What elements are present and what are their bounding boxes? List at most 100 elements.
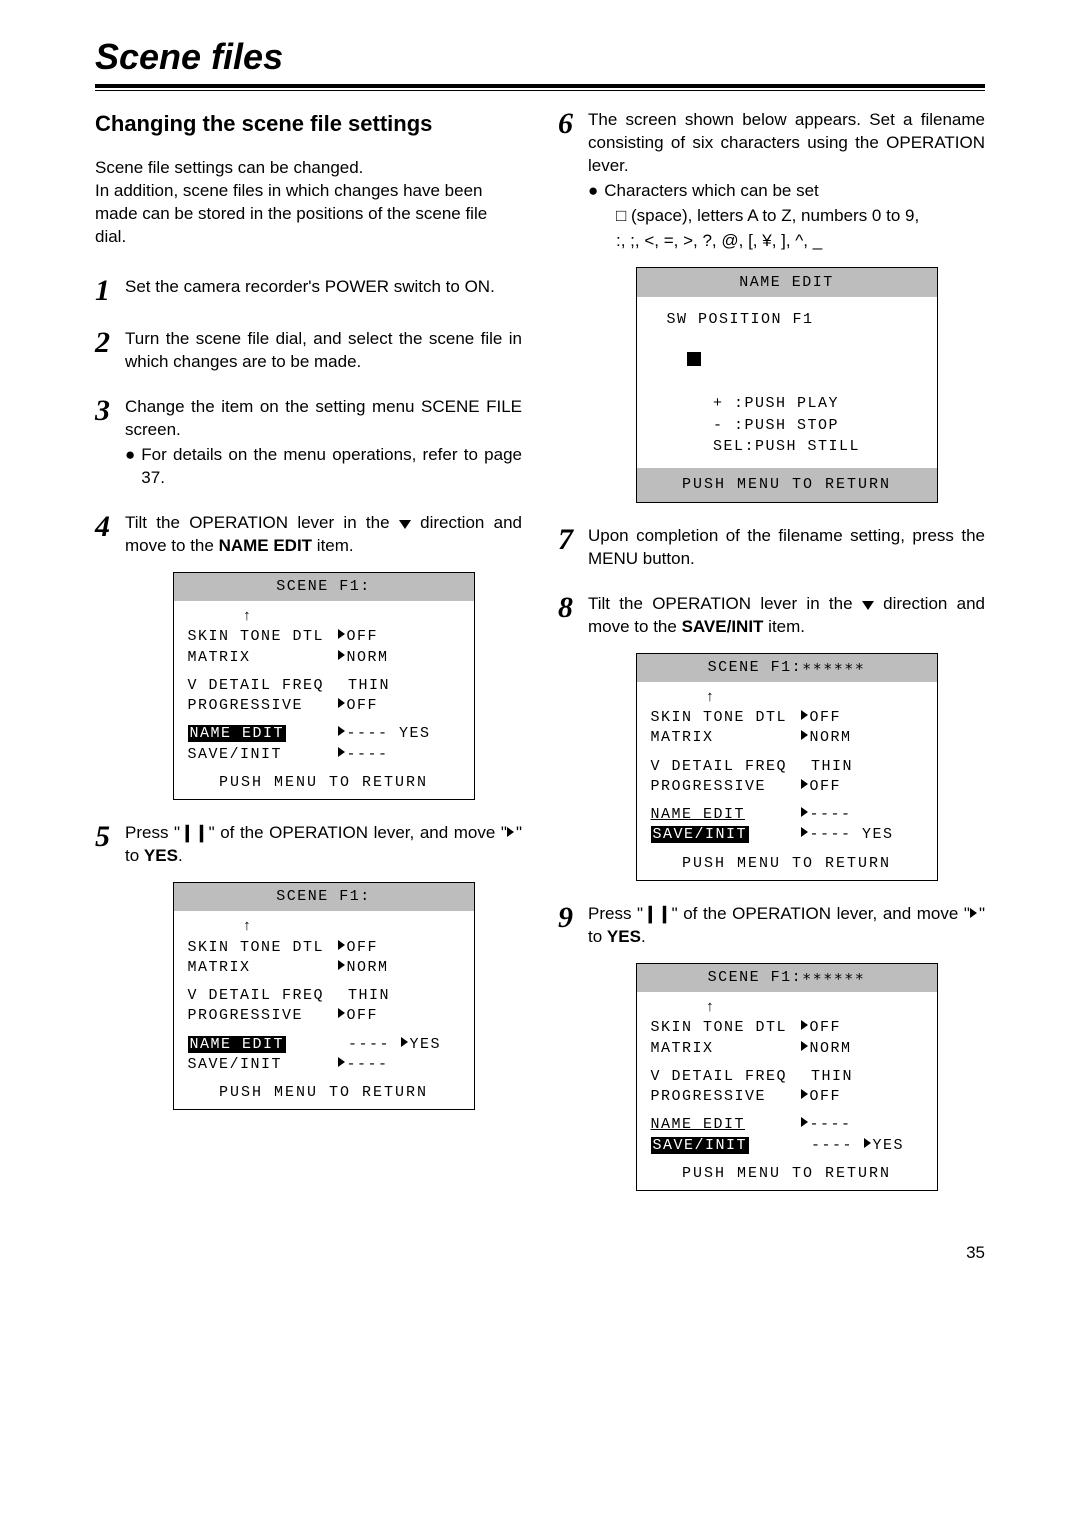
step-2-text: Turn the scene file dial, and select the…: [125, 328, 522, 374]
step-8: 8 Tilt the OPERATION lever in the direct…: [558, 593, 985, 881]
screen-c-header: SCENE F1:∗∗∗∗∗∗: [637, 654, 937, 682]
row-vdetail-label: V DETAIL FREQ: [651, 1067, 801, 1087]
step-1: 1 Set the camera recorder's POWER switch…: [95, 276, 522, 306]
row-skin-label: SKIN TONE DTL: [188, 627, 338, 647]
pointer-icon: [801, 1041, 808, 1051]
pointer-icon: [338, 960, 345, 970]
right-column: 6 The screen shown below appears. Set a …: [558, 109, 985, 1213]
step-7-text: Upon completion of the filename setting,…: [588, 525, 985, 571]
step-8-end: item.: [763, 617, 805, 636]
row-skin-label: SKIN TONE DTL: [651, 1018, 801, 1038]
step-2: 2 Turn the scene file dial, and select t…: [95, 328, 522, 374]
step-8-pre: Tilt the OPERATION lever in the: [588, 594, 862, 613]
down-triangle-icon: [399, 520, 411, 529]
step-3-bullet: ● For details on the menu operations, re…: [125, 444, 522, 490]
pointer-icon: [338, 698, 345, 708]
title-rule-thick: [95, 84, 985, 88]
pointer-icon: [338, 1008, 345, 1018]
pointer-icon: [338, 726, 345, 736]
two-column-layout: Changing the scene file settings Scene f…: [95, 109, 985, 1213]
row-prog-val: OFF: [338, 696, 460, 716]
step-6-text: The screen shown below appears. Set a fi…: [588, 109, 985, 178]
step-4-end: item.: [312, 536, 354, 555]
step-9-bold: YES: [607, 927, 641, 946]
bullet-dot-icon: ●: [125, 444, 135, 490]
pointer-icon: [801, 827, 808, 837]
row-matrix-label: MATRIX: [188, 648, 338, 668]
step-5-end: .: [178, 846, 183, 865]
step-4-bold: NAME EDIT: [219, 536, 313, 555]
charset-line-1: □ (space), letters A to Z, numbers 0 to …: [616, 205, 985, 228]
row-skin-val: OFF: [338, 627, 460, 647]
pointer-icon: [338, 940, 345, 950]
pointer-icon: [801, 779, 808, 789]
push-instructions: + :PUSH PLAY - :PUSH STOP SEL:PUSH STILL: [713, 393, 860, 458]
section-heading: Changing the scene file settings: [95, 109, 522, 139]
step-number-2: 2: [95, 328, 117, 374]
screen-c-footer: PUSH MENU TO RETURN: [637, 848, 937, 880]
step-number-6: 6: [558, 109, 580, 503]
pointer-icon: [401, 1037, 408, 1047]
pointer-icon: [801, 1020, 808, 1030]
step-5-mid: " of the OPERATION lever, and move ": [209, 823, 507, 842]
row-matrix-val: NORM: [338, 648, 460, 668]
page-number: 35: [95, 1243, 985, 1263]
row-matrix-label: MATRIX: [651, 728, 801, 748]
step-4-pre: Tilt the OPERATION lever in the: [125, 513, 399, 532]
scene-menu-screen-a: SCENE F1: ↑ SKIN TONE DTLOFF MATRIXNORM …: [173, 572, 475, 800]
bullet-dot-icon: ●: [588, 180, 598, 203]
step-4: 4 Tilt the OPERATION lever in the direct…: [95, 512, 522, 800]
step-8-bold: SAVE/INIT: [682, 617, 764, 636]
step-3-bullet-text: For details on the menu operations, refe…: [141, 444, 522, 490]
intro-line-2: In addition, scene files in which change…: [95, 181, 487, 246]
name-edit-screen: NAME EDIT SW POSITION F1 + :PUSH PLAY - …: [636, 267, 938, 503]
row-name-label: NAME EDIT: [188, 724, 338, 744]
row-name-label: NAME EDIT: [651, 805, 801, 825]
pointer-icon: [864, 1138, 871, 1148]
pointer-icon: [801, 710, 808, 720]
row-matrix-label: MATRIX: [651, 1039, 801, 1059]
step-7: 7 Upon completion of the filename settin…: [558, 525, 985, 571]
row-prog-label: PROGRESSIVE: [651, 1087, 801, 1107]
pointer-icon: [801, 730, 808, 740]
step-3: 3 Change the item on the setting menu SC…: [95, 396, 522, 490]
step-9-end: .: [641, 927, 646, 946]
row-vdetail-label: V DETAIL FREQ: [188, 676, 338, 696]
scroll-up-arrow-icon: ↑: [188, 607, 460, 627]
row-prog-label: PROGRESSIVE: [188, 696, 338, 716]
play-icon: [970, 908, 977, 918]
step-6-bullet: ● Characters which can be set: [588, 180, 985, 203]
push-line-3: SEL:PUSH STILL: [713, 438, 860, 455]
pointer-icon: [801, 1117, 808, 1127]
row-save-label: SAVE/INIT: [651, 825, 801, 845]
pause-icon: ❙❙: [180, 823, 209, 842]
row-save-label: SAVE/INIT: [188, 1055, 338, 1075]
row-name-label: NAME EDIT: [651, 1115, 801, 1135]
step-number-1: 1: [95, 276, 117, 306]
row-name-label: NAME EDIT: [188, 1035, 338, 1055]
row-name-val: ---- YES: [338, 1035, 460, 1055]
row-name-label-hl: NAME EDIT: [188, 725, 287, 742]
step-6: 6 The screen shown below appears. Set a …: [558, 109, 985, 503]
scroll-up-arrow-icon: ↑: [651, 688, 923, 708]
title-rule-thin: [95, 90, 985, 91]
left-column: Changing the scene file settings Scene f…: [95, 109, 522, 1213]
row-save-label: SAVE/INIT: [651, 1136, 801, 1156]
row-save-label: SAVE/INIT: [188, 745, 338, 765]
pointer-icon: [801, 1089, 808, 1099]
manual-page: Scene files Changing the scene file sett…: [0, 0, 1080, 1303]
step-5-pre: Press ": [125, 823, 180, 842]
row-prog-label: PROGRESSIVE: [188, 1006, 338, 1026]
step-5-bold: YES: [144, 846, 178, 865]
step-9: 9 Press "❙❙" of the OPERATION lever, and…: [558, 903, 985, 1191]
row-vdetail-val: THIN: [338, 676, 460, 696]
down-triangle-icon: [862, 601, 874, 610]
pointer-icon: [338, 629, 345, 639]
row-vdetail-label: V DETAIL FREQ: [188, 986, 338, 1006]
sw-position-line: SW POSITION F1: [637, 309, 937, 331]
step-1-text: Set the camera recorder's POWER switch t…: [125, 276, 522, 299]
scene-menu-screen-d: SCENE F1:∗∗∗∗∗∗ ↑ SKIN TONE DTLOFF MATRI…: [636, 963, 938, 1191]
row-prog-label: PROGRESSIVE: [651, 777, 801, 797]
scroll-up-arrow-icon: ↑: [188, 917, 460, 937]
step-number-5: 5: [95, 822, 117, 1110]
